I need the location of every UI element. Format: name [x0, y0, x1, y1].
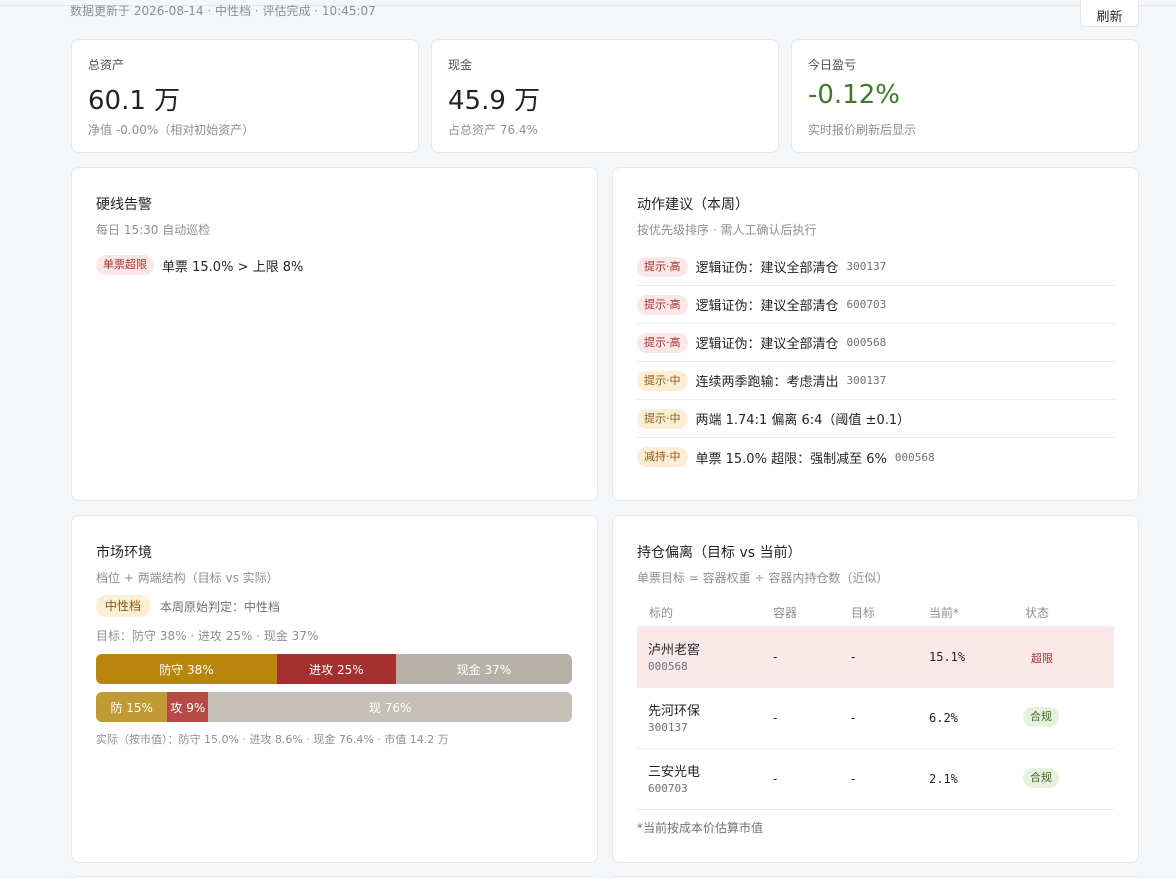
footnote: *当前按成本价估算市值 — [637, 821, 764, 835]
action-item[interactable]: 提示·中 连续两季跑输：考虑清出 300137 — [637, 362, 1115, 400]
column-header-status: 状态 — [1025, 606, 1050, 620]
column-header-current: 当前* — [929, 606, 960, 620]
target-segment-defense: 防守 38% — [96, 654, 277, 684]
stock-code: 300137 — [846, 374, 887, 387]
market-environment-card: 市场环境 档位 + 两端结构（目标 vs 实际） 中性档 本周原始判定：中性档 … — [71, 515, 598, 863]
priority-badge: 提示·中 — [637, 370, 688, 391]
action-item[interactable]: 提示·高 逻辑证伪：建议全部清仓 600703 — [637, 286, 1115, 324]
action-text: 两端 1.74:1 偏离 6:4（阈值 ±0.1） — [695, 413, 911, 428]
actual-allocation-bar: 防 15% 攻 9% 现 76% — [96, 692, 572, 722]
table-row[interactable]: 先河环保 300137 - - 6.2% 合规 — [637, 688, 1114, 749]
current-value: 15.1% — [929, 650, 966, 664]
target-value: - — [851, 772, 856, 786]
action-text: 单票 15.0% 超限：强制减至 6% — [695, 451, 887, 467]
target-allocation-bar: 防守 38% 进攻 25% 现金 37% — [96, 654, 572, 684]
stock-name: 泸州老窖 — [648, 643, 701, 658]
hard-alerts-card: 硬线告警 每日 15:30 自动巡检 单票超限 单票 15.0% > 上限 8% — [71, 167, 598, 501]
column-header-container: 容器 — [773, 606, 798, 620]
target-segment-offense: 进攻 25% — [276, 654, 396, 684]
stat-card-cash: 现金 45.9 万 占总资产 76.4% — [431, 39, 779, 153]
stat-sub: 占总资产 76.4% — [448, 123, 538, 137]
action-item[interactable]: 提示·高 逻辑证伪：建议全部清仓 000568 — [637, 324, 1115, 362]
action-text: 逻辑证伪：建议全部清仓 — [695, 337, 839, 352]
action-item[interactable]: 提示·中 两端 1.74:1 偏离 6:4（阈值 ±0.1） — [637, 400, 1115, 438]
holdings-deviation-card: 持仓偏离（目标 vs 当前） 单票目标 = 容器权重 ÷ 容器内持仓数（近似） … — [612, 515, 1139, 863]
action-item[interactable]: 减持·中 单票 15.0% 超限：强制减至 6% 000568 — [637, 438, 1115, 476]
action-item[interactable]: 提示·高 逻辑证伪：建议全部清仓 300137 — [637, 248, 1115, 286]
tier-row: 中性档 本周原始判定：中性档 — [96, 595, 280, 617]
card-title: 持仓偏离（目标 vs 当前） — [637, 545, 802, 561]
alert-item: 单票超限 单票 15.0% > 上限 8% — [96, 255, 303, 275]
data-updated-text: 数据更新于 2026-08-14 · 中性档 · 评估完成 · 10:45:07 — [70, 4, 376, 18]
stat-value: 45.9 万 — [448, 86, 541, 116]
current-value: 6.2% — [929, 711, 958, 725]
stock-name: 先河环保 — [648, 704, 701, 719]
stat-card-total-assets: 总资产 60.1 万 净值 -0.00%（相对初始资产） — [71, 39, 419, 153]
table-row[interactable]: 泸州老窖 000568 - - 15.1% 超限 — [637, 627, 1114, 688]
stock-code: 600703 — [648, 782, 688, 795]
alert-badge: 单票超限 — [96, 255, 154, 275]
stat-label: 今日盈亏 — [808, 58, 857, 72]
stock-code: 300137 — [846, 260, 887, 273]
card-subtitle: 每日 15:30 自动巡检 — [96, 223, 211, 237]
stat-sub: 实时报价刷新后显示 — [808, 123, 917, 137]
column-header-target: 目标 — [851, 606, 876, 620]
stock-code: 000568 — [846, 336, 887, 349]
action-text: 逻辑证伪：建议全部清仓 — [695, 299, 839, 314]
status-badge: 超限 — [1031, 652, 1053, 665]
container-value: - — [773, 772, 778, 786]
stat-sub: 净值 -0.00%（相对初始资产） — [88, 123, 255, 137]
target-value: - — [851, 650, 856, 664]
priority-badge: 提示·中 — [637, 408, 688, 429]
card-title: 硬线告警 — [96, 197, 152, 213]
card-title: 市场环境 — [96, 545, 152, 561]
stock-code: 300137 — [648, 721, 688, 734]
alert-text: 单票 15.0% > 上限 8% — [162, 259, 304, 275]
stat-label: 现金 — [448, 58, 473, 72]
priority-badge: 提示·高 — [637, 332, 688, 353]
priority-badge: 提示·高 — [637, 294, 688, 315]
stock-code: 000568 — [894, 450, 935, 464]
actual-segment-offense: 攻 9% — [167, 692, 209, 722]
card-title: 动作建议（本周） — [637, 197, 749, 213]
stock-code: 600703 — [846, 298, 887, 311]
priority-badge: 减持·中 — [637, 447, 688, 467]
actual-segment-defense: 防 15% — [96, 692, 168, 722]
target-segment-cash: 现金 37% — [395, 654, 572, 684]
container-value: - — [773, 650, 778, 664]
card-subtitle: 档位 + 两端结构（目标 vs 实际） — [96, 571, 279, 585]
refresh-button[interactable]: 刷新 — [1080, 0, 1139, 27]
card-subtitle: 单票目标 = 容器权重 ÷ 容器内持仓数（近似） — [637, 571, 889, 585]
target-value: - — [851, 711, 856, 725]
raw-judgment-text: 本周原始判定：中性档 — [160, 599, 281, 614]
status-badge: 合规 — [1023, 768, 1059, 788]
table-row[interactable]: 三安光电 600703 - - 2.1% 合规 — [637, 749, 1114, 810]
stock-name: 三安光电 — [648, 765, 701, 780]
stock-code: 000568 — [648, 660, 688, 673]
tier-badge: 中性档 — [96, 595, 151, 617]
current-value: 2.1% — [929, 772, 958, 786]
action-suggestions-card: 动作建议（本周） 按优先级排序 · 需人工确认后执行 提示·高 逻辑证伪：建议全… — [612, 167, 1139, 501]
priority-badge: 提示·高 — [637, 256, 688, 277]
stat-value: 60.1 万 — [88, 86, 181, 116]
container-value: - — [773, 711, 778, 725]
target-allocation-text: 目标：防守 38% · 进攻 25% · 现金 37% — [96, 629, 319, 643]
card-subtitle: 按优先级排序 · 需人工确认后执行 — [637, 223, 817, 237]
stat-value: -0.12% — [808, 80, 900, 110]
column-header-symbol: 标的 — [649, 606, 674, 620]
actual-allocation-text: 实际（按市值）：防守 15.0% · 进攻 8.6% · 现金 76.4% · … — [96, 733, 449, 746]
stat-label: 总资产 — [88, 58, 125, 72]
stat-card-daily-pnl: 今日盈亏 -0.12% 实时报价刷新后显示 — [791, 39, 1139, 153]
action-text: 连续两季跑输：考虑清出 — [695, 375, 839, 390]
actual-segment-cash: 现 76% — [208, 692, 572, 722]
status-badge: 合规 — [1023, 707, 1059, 727]
action-text: 逻辑证伪：建议全部清仓 — [695, 261, 839, 276]
